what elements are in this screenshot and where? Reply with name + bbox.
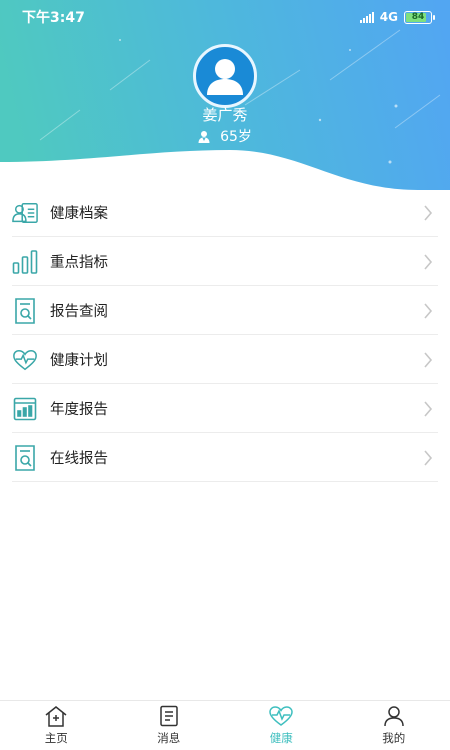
menu-item-label: 重点指标 (50, 255, 108, 271)
status-indicators: 4G 84 (359, 10, 435, 24)
chevron-right-icon (416, 299, 440, 323)
chevron-right-icon (416, 250, 440, 274)
health-icon (269, 706, 294, 726)
status-bar: 下午3:47 4G 84 (0, 0, 450, 34)
menu-item-label: 报告查阅 (50, 304, 108, 320)
tab-health[interactable]: 健康 (225, 701, 338, 750)
profile-header: 下午3:47 4G 84 姜广秀 65岁 (0, 0, 450, 190)
network-type: 4G (379, 10, 398, 24)
bar-chart-icon (12, 249, 38, 275)
user-age-row: 65岁 (0, 126, 450, 146)
chevron-right-icon (416, 397, 440, 421)
menu-item-online-report[interactable]: 在线报告 (0, 433, 450, 482)
annual-report-icon (12, 396, 38, 422)
message-icon (160, 705, 178, 727)
menu-item-label: 健康档案 (50, 206, 108, 222)
user-silhouette-icon (207, 59, 243, 95)
tab-home[interactable]: 主页 (0, 701, 113, 750)
tab-label: 我的 (382, 731, 406, 745)
menu-item-label: 健康计划 (50, 353, 108, 369)
heart-pulse-icon (12, 347, 38, 373)
report-search-icon (12, 297, 38, 324)
menu-item-health-record[interactable]: 健康档案 (0, 188, 450, 237)
user-age: 65岁 (220, 129, 252, 145)
tab-label: 主页 (44, 731, 68, 745)
home-icon (45, 706, 67, 727)
menu-item-label: 年度报告 (50, 402, 108, 418)
status-time: 下午3:47 (22, 10, 85, 26)
tab-messages[interactable]: 消息 (113, 701, 226, 750)
menu-item-health-plan[interactable]: 健康计划 (0, 335, 450, 384)
user-name: 姜广秀 (202, 106, 248, 124)
online-report-icon (12, 444, 38, 471)
person-icon (198, 130, 210, 143)
menu-item-label: 在线报告 (50, 451, 108, 467)
tab-label: 消息 (157, 731, 181, 745)
avatar[interactable] (193, 44, 257, 108)
signal-icon (359, 11, 374, 23)
menu-item-key-indicators[interactable]: 重点指标 (0, 237, 450, 286)
tab-profile[interactable]: 我的 (338, 701, 450, 750)
profile-icon (384, 706, 404, 727)
health-menu: 健康档案 重点指标 报告查阅 健康计划 年度报告 在线报告 (0, 188, 450, 482)
menu-item-report-view[interactable]: 报告查阅 (0, 286, 450, 335)
chevron-right-icon (416, 446, 440, 470)
menu-item-annual-report[interactable]: 年度报告 (0, 384, 450, 433)
chevron-right-icon (416, 348, 440, 372)
bottom-tab-bar: 主页 消息 健康 我的 (0, 700, 450, 750)
battery-icon: 84 (404, 10, 435, 24)
tab-label: 健康 (269, 731, 293, 745)
health-record-icon (12, 200, 38, 226)
chevron-right-icon (416, 201, 440, 225)
battery-percent: 84 (411, 12, 425, 22)
